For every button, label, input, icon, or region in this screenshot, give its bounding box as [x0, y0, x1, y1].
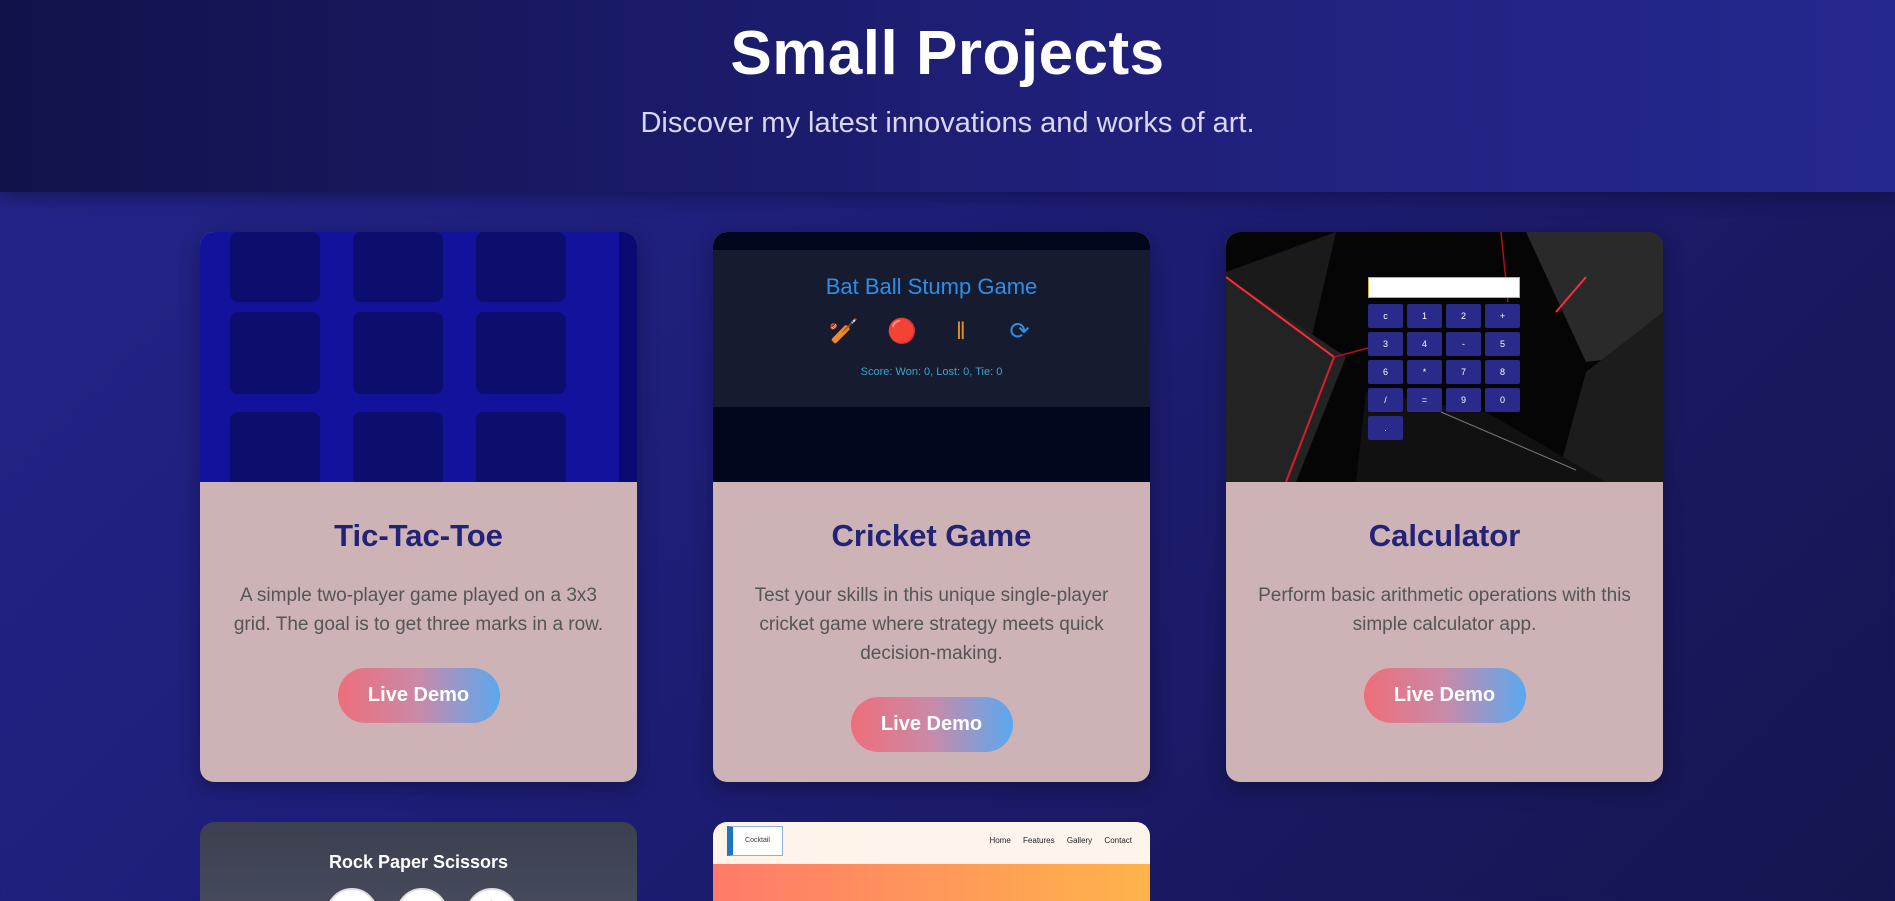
card-description: A simple two-player game played on a 3x3…: [233, 585, 604, 635]
calculator-key: c: [1368, 304, 1403, 328]
cocktail-logo: Cocktail: [727, 826, 783, 856]
live-demo-button[interactable]: Live Demo: [850, 697, 1013, 752]
calculator-key: 9: [1446, 388, 1481, 412]
card-body: Calculator Perform basic arithmetic oper…: [1226, 482, 1663, 782]
calculator-key: *: [1407, 360, 1442, 384]
cricket-icons: 🏏 🔴 ‖ ⟳: [713, 317, 1150, 346]
cricket-game-title: Bat Ball Stump Game: [825, 274, 1038, 299]
calculator-key: 1: [1407, 304, 1442, 328]
nav-gallery: Gallery: [1066, 836, 1093, 845]
calculator-key: 0: [1485, 388, 1520, 412]
calculator-key: +: [1485, 304, 1520, 328]
board-cell: [230, 412, 320, 482]
rock-icon: ✊: [326, 888, 378, 901]
card-body: Cricket Game Test your skills in this un…: [713, 482, 1150, 782]
calculator-key: 6: [1368, 360, 1403, 384]
card-description: Test your skills in this unique single-p…: [754, 585, 1109, 664]
nav-features: Features: [1023, 836, 1055, 845]
page-title: Small Projects: [730, 19, 1165, 88]
calculator-key: 5: [1485, 332, 1520, 356]
page-header: Small Projects Discover my latest innova…: [0, 0, 1895, 192]
card-title: Tic-Tac-Toe: [334, 518, 503, 553]
board-cell: [353, 232, 443, 302]
calculator-key: .: [1368, 416, 1403, 440]
calculator-key: 8: [1485, 360, 1520, 384]
live-demo-button[interactable]: Live Demo: [1363, 668, 1526, 723]
calculator-preview: c 1 2 +3 4-5 6 * 7 8 /= 9 0.: [1226, 232, 1663, 482]
calculator-key: 3: [1368, 332, 1403, 356]
board-cell: [353, 312, 443, 394]
calculator-background: [1226, 232, 1663, 482]
card-body: Tic-Tac-Toe A simple two-player game pla…: [200, 482, 637, 782]
card-title: Calculator: [1368, 518, 1521, 553]
cocktail-hero: [713, 864, 1150, 901]
board-cell: [476, 412, 566, 482]
project-card-calculator: c 1 2 +3 4-5 6 * 7 8 /= 9 0. Calculator Perform bas…: [1226, 232, 1663, 782]
project-card-rock-paper-scissors: Rock Paper Scissors ✊ ✋ ✌: [200, 822, 637, 901]
page-subtitle: Discover my latest innovations and works…: [640, 107, 1255, 139]
stump-icon: ‖: [955, 318, 966, 345]
board-edge: [619, 232, 637, 482]
ball-icon: 🔴: [887, 318, 918, 345]
live-demo-button[interactable]: Live Demo: [337, 668, 500, 723]
project-card-tic-tac-toe: Tic-Tac-Toe A simple two-player game pla…: [200, 232, 637, 782]
calculator-key: 7: [1446, 360, 1481, 384]
reset-icon: ⟳: [1009, 318, 1030, 345]
board-cell: [476, 232, 566, 302]
project-card-cocktail: Cocktail Home Features Gallery Contact: [713, 822, 1150, 901]
calculator-key: 4: [1407, 332, 1442, 356]
paper-icon: ✋: [396, 888, 448, 901]
project-card-cricket-game: Bat Ball Stump Game 🏏 🔴 ‖ ⟳ Score: Won: …: [713, 232, 1150, 782]
board-cell: [230, 312, 320, 394]
calculator-key: =: [1407, 388, 1442, 412]
calculator-key: 2: [1446, 304, 1481, 328]
nav-contact: Contact: [1104, 836, 1132, 845]
calculator-key: -: [1446, 332, 1481, 356]
cricket-preview: Bat Ball Stump Game 🏏 🔴 ‖ ⟳ Score: Won: …: [713, 232, 1150, 482]
calculator-key: /: [1368, 388, 1403, 412]
calculator-display: [1368, 277, 1520, 298]
board-cell: [353, 412, 443, 482]
board-cell: [476, 312, 566, 394]
bat-icon: 🏏: [828, 318, 859, 345]
card-title: Cricket Game: [831, 518, 1032, 553]
tic-tac-toe-preview: [200, 232, 637, 482]
card-description: Perform basic arithmetic operations with…: [1258, 585, 1631, 635]
board-cell: [230, 232, 320, 302]
cricket-score: Score: Won: 0, Lost: 0, Tie: 0: [860, 366, 1003, 378]
nav-home: Home: [989, 836, 1011, 845]
rps-title: Rock Paper Scissors: [328, 852, 509, 872]
scissors-icon: ✌: [466, 888, 518, 901]
cocktail-nav: Home Features Gallery Contact: [979, 836, 1132, 845]
